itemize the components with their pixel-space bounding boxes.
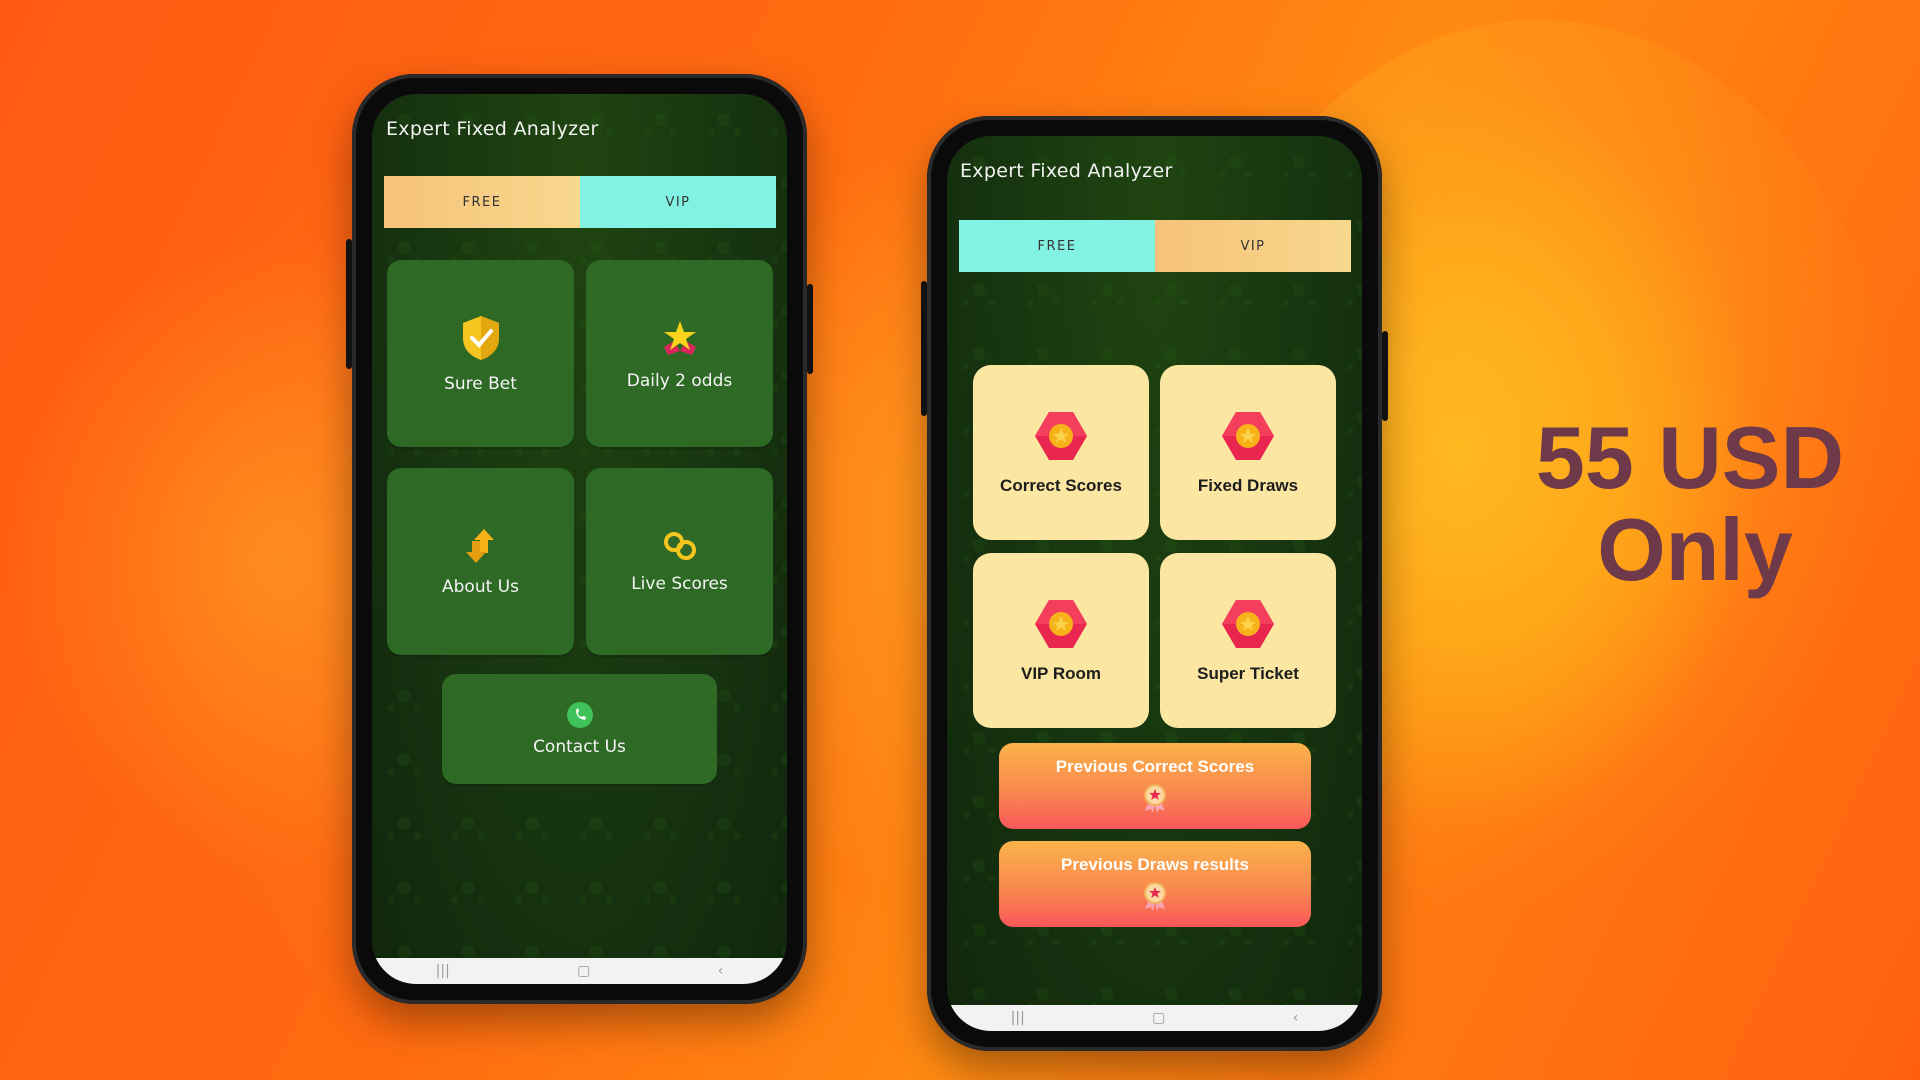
tile-sure-bet[interactable]: Sure Bet [387,260,574,447]
star-ribbon-icon [663,320,696,355]
tile-label: Correct Scores [1000,475,1122,495]
app-title: Expert Fixed Analyzer [386,118,599,140]
tile-daily-2-odds[interactable]: Daily 2 odds [586,260,773,447]
button-label: Previous Draws results [1060,855,1250,874]
medal-icon [1144,882,1166,911]
tile-label: Contact Us [533,737,626,757]
previous-draws-results-button[interactable]: Previous Draws results [999,841,1311,927]
home-icon[interactable]: ▢ [577,963,590,979]
phone-side-button [346,239,352,369]
promo-price-amount: 55 USD [1535,408,1845,507]
tile-fixed-draws[interactable]: Fixed Draws [1160,365,1336,540]
tab-free[interactable]: FREE [959,220,1155,272]
rings-icon [663,531,696,560]
hexagon-badge-icon [1222,599,1274,648]
tile-label: Sure Bet [444,373,517,394]
app-screen: Expert Fixed Analyzer FREE VIP Sure Bet … [372,94,787,984]
phone-side-button [807,284,813,374]
android-nav-bar: ||| ▢ ‹ [372,958,787,984]
tab-vip[interactable]: VIP [580,176,776,228]
back-icon[interactable]: ‹ [1293,1010,1299,1026]
tile-live-scores[interactable]: Live Scores [586,468,773,655]
tile-super-ticket[interactable]: Super Ticket [1160,553,1336,728]
tile-label: Fixed Draws [1197,475,1299,495]
tab-free[interactable]: FREE [384,176,580,228]
tile-label: VIP Room [1021,663,1101,683]
app-title: Expert Fixed Analyzer [960,160,1173,182]
whatsapp-icon [566,702,593,728]
medal-icon [1144,784,1166,813]
tile-label: Daily 2 odds [626,370,733,391]
contact-us-button[interactable]: Contact Us [442,674,717,784]
hexagon-badge-icon [1035,411,1087,460]
home-icon[interactable]: ▢ [1152,1010,1165,1026]
previous-correct-scores-button[interactable]: Previous Correct Scores [999,743,1311,829]
phone-side-button [1382,331,1388,421]
promo-price-only: Only [1597,500,1793,600]
tile-label: Super Ticket [1197,663,1299,683]
back-icon[interactable]: ‹ [718,963,724,979]
tile-about-us[interactable]: About Us [387,468,574,655]
phone-left: Expert Fixed Analyzer FREE VIP Sure Bet … [346,74,813,1004]
phone-side-button [921,281,927,416]
recent-apps-icon[interactable]: ||| [1011,1010,1025,1026]
hexagon-badge-icon [1222,411,1274,460]
shield-check-icon [462,315,499,360]
button-label: Previous Correct Scores [1055,757,1255,776]
tile-vip-room[interactable]: VIP Room [973,553,1149,728]
tab-bar: FREE VIP [384,176,776,228]
app-screen: Expert Fixed Analyzer FREE VIP Correct S… [947,136,1362,1031]
up-down-arrows-icon [465,528,494,563]
tile-correct-scores[interactable]: Correct Scores [973,365,1149,540]
tile-label: Live Scores [631,573,728,594]
tile-label: About Us [442,576,519,597]
tab-bar: FREE VIP [959,220,1351,272]
phone-right: Expert Fixed Analyzer FREE VIP Correct S… [921,116,1388,1051]
hexagon-badge-icon [1035,599,1087,648]
promo-price-text: 55 USD Only [1500,408,1880,600]
tab-vip[interactable]: VIP [1155,220,1351,272]
android-nav-bar: ||| ▢ ‹ [947,1005,1362,1031]
recent-apps-icon[interactable]: ||| [436,963,450,979]
